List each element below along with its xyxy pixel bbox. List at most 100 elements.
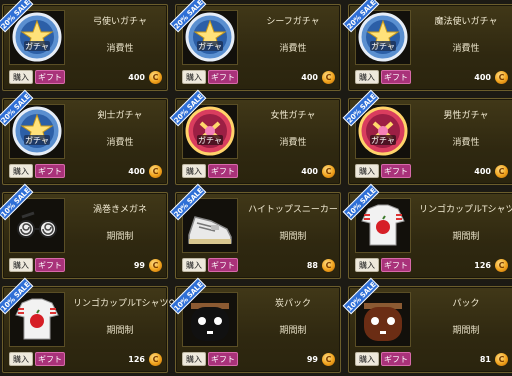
- item-name: 男性ガチャ: [443, 111, 489, 121]
- svg-text:ガチャ: ガチャ: [25, 41, 49, 51]
- sale-badge: 20% SALE: [342, 0, 380, 33]
- buy-button[interactable]: 購入: [9, 164, 33, 178]
- buy-button[interactable]: 購入: [182, 258, 206, 272]
- buy-button[interactable]: 購入: [182, 352, 206, 366]
- buy-button[interactable]: 購入: [355, 164, 379, 178]
- item-type: 消費性: [279, 138, 307, 148]
- item-price: 400: [301, 167, 318, 176]
- sale-badge: 20% SALE: [0, 0, 34, 33]
- coin-icon: C: [149, 71, 162, 84]
- gift-button[interactable]: ギフト: [35, 258, 65, 272]
- shop-item-card[interactable]: ガチャ 20% SALE 女性ガチャ消費性購入 ギフト 400 C: [169, 89, 341, 185]
- buy-button[interactable]: 購入: [9, 258, 33, 272]
- shop-item-card[interactable]: ガチャ 20% SALE 男性ガチャ消費性購入 ギフト 400 C: [342, 89, 512, 185]
- buy-button[interactable]: 購入: [9, 70, 33, 84]
- gift-button[interactable]: ギフト: [35, 164, 65, 178]
- coin-icon: C: [495, 353, 508, 366]
- shop-item-card[interactable]: ガチャ 20% SALE 弓使いガチャ 消費性購入 ギフト 400 C: [0, 0, 168, 91]
- item-name: 炭パック: [274, 299, 311, 309]
- coin-icon: C: [495, 165, 508, 178]
- gift-button[interactable]: ギフト: [35, 352, 65, 366]
- item-type: 期間制: [106, 326, 134, 336]
- coin-icon: C: [149, 165, 162, 178]
- buy-button[interactable]: 購入: [355, 352, 379, 366]
- gift-button[interactable]: ギフト: [381, 352, 411, 366]
- sale-badge: 10% SALE: [169, 277, 207, 315]
- item-price: 99: [133, 261, 145, 270]
- svg-text:ガチャ: ガチャ: [198, 41, 222, 51]
- shop-item-card[interactable]: ガチャ 20% SALE シーフガチャ 消費性購入 ギフト 400 C: [169, 0, 341, 91]
- sale-badge: 10% SALE: [0, 183, 34, 221]
- shop-item-card[interactable]: 20% SALE ハイトップスニーカー 期間制 購入 ギフト 88 C: [169, 183, 341, 279]
- buy-button[interactable]: 購入: [355, 258, 379, 272]
- item-name: ハイトップスニーカー: [248, 205, 338, 215]
- shop-item-card[interactable]: 10% SALE 炭パック 期間制 購入 ギフト 99 C: [169, 277, 341, 373]
- item-name: パック: [452, 299, 480, 309]
- buy-button[interactable]: 購入: [355, 70, 379, 84]
- item-name: 魔法使いガチャ: [434, 17, 498, 27]
- svg-text:ガチャ: ガチャ: [198, 135, 222, 145]
- sale-badge: 20% SALE: [169, 89, 207, 127]
- item-type: 消費性: [106, 138, 134, 148]
- item-type: 期間制: [452, 232, 480, 242]
- item-name: 女性ガチャ: [270, 111, 316, 121]
- coin-icon: C: [495, 259, 508, 272]
- sale-badge: 20% SALE: [342, 89, 380, 127]
- sale-badge: 20% SALE: [0, 89, 34, 127]
- item-type: 消費性: [279, 44, 307, 54]
- sale-badge: 20% SALE: [169, 183, 207, 221]
- buy-button[interactable]: 購入: [182, 164, 206, 178]
- sale-badge: 10% SALE: [0, 277, 34, 315]
- item-type: 期間制: [106, 232, 134, 242]
- item-price: 88: [306, 261, 318, 270]
- item-price: 126: [474, 261, 491, 270]
- svg-text:ガチャ: ガチャ: [25, 135, 49, 145]
- shop-item-card[interactable]: ガチャ 20% SALE 魔法使いガチャ 消費性購入 ギフト 400 C: [342, 0, 512, 91]
- coin-icon: C: [322, 353, 335, 366]
- coin-icon: C: [149, 259, 162, 272]
- item-price: 400: [301, 73, 318, 82]
- item-price: 126: [128, 355, 145, 364]
- item-price: 400: [128, 73, 145, 82]
- sale-badge: 10% SALE: [342, 183, 380, 221]
- item-type: 期間制: [279, 326, 307, 336]
- coin-icon: C: [495, 71, 508, 84]
- item-type: 消費性: [452, 44, 480, 54]
- shop-item-card[interactable]: 10% SALE 渦巻きメガネ 期間制購入 ギフト 99 C: [0, 183, 168, 279]
- item-type: 消費性: [452, 138, 480, 148]
- sale-badge: 20% SALE: [169, 0, 207, 33]
- item-name: 渦巻きメガネ: [92, 205, 147, 215]
- coin-icon: C: [149, 353, 162, 366]
- gift-button[interactable]: ギフト: [208, 352, 238, 366]
- buy-button[interactable]: 購入: [9, 352, 33, 366]
- item-type: 消費性: [106, 44, 134, 54]
- shop-item-card[interactable]: ガチャ 20% SALE 剣士ガチャ 消費性 購入 ギフト 400 C: [0, 89, 168, 185]
- shop-item-grid: ガチャ 20% SALE 弓使いガチャ 消費性 購入 ギフト 400 C ガチャ 20% SALE…: [0, 0, 512, 376]
- gift-button[interactable]: ギフト: [381, 258, 411, 272]
- item-name: シーフガチャ: [266, 17, 320, 27]
- svg-text:ガチャ: ガチャ: [371, 135, 395, 145]
- item-name: リンゴカップルTシャツ♂: [419, 205, 512, 215]
- gift-button[interactable]: ギフト: [208, 70, 238, 84]
- gift-button[interactable]: ギフト: [381, 70, 411, 84]
- item-price: 400: [474, 73, 491, 82]
- shop-item-card[interactable]: 10% SALE パック期間制購入 ギフト 81 C: [342, 277, 512, 373]
- item-name: リンゴカップルTシャツ♀: [73, 299, 176, 309]
- item-price: 81: [479, 355, 491, 364]
- item-type: 期間制: [279, 232, 307, 242]
- item-name: 弓使いガチャ: [93, 17, 147, 27]
- coin-icon: C: [322, 165, 335, 178]
- shop-item-card[interactable]: 10% SALE リンゴカップルTシャツ♀ 期間制購入 ギフト 126 C: [0, 277, 176, 373]
- gift-button[interactable]: ギフト: [35, 70, 65, 84]
- item-name: 剣士ガチャ: [97, 111, 143, 121]
- buy-button[interactable]: 購入: [182, 70, 206, 84]
- sale-badge: 10% SALE: [342, 277, 380, 315]
- coin-icon: C: [322, 71, 335, 84]
- svg-text:ガチャ: ガチャ: [371, 41, 395, 51]
- shop-item-card[interactable]: 10% SALE リンゴカップルTシャツ♂ 期間制購入ギフト 126 C: [342, 183, 512, 279]
- item-type: 期間制: [452, 326, 480, 336]
- item-price: 400: [474, 167, 491, 176]
- gift-button[interactable]: ギフト: [208, 258, 238, 272]
- gift-button[interactable]: ギフト: [208, 164, 238, 178]
- gift-button[interactable]: ギフト: [381, 164, 411, 178]
